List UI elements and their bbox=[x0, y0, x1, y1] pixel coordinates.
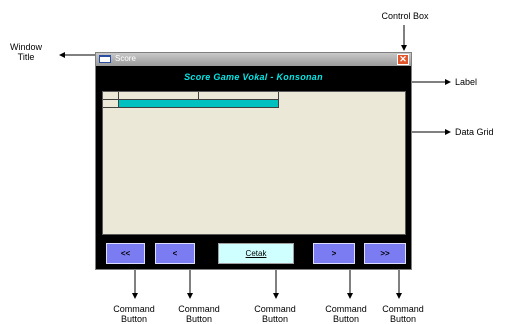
score-window: Score ✕ Score Game Vokal - Konsonan << <… bbox=[95, 52, 412, 270]
window-title: Score bbox=[115, 54, 136, 63]
close-icon[interactable]: ✕ bbox=[397, 54, 409, 65]
annotation-control-box: Control Box bbox=[381, 11, 429, 21]
last-record-button[interactable]: >> bbox=[364, 243, 406, 264]
annotation-command-button-4: Command Button bbox=[325, 304, 367, 324]
annotation-command-button-3: Command Button bbox=[254, 304, 296, 324]
annotation-command-button-5: Command Button bbox=[382, 304, 424, 324]
grid-column-header[interactable] bbox=[119, 92, 199, 100]
grid-selected-row[interactable] bbox=[119, 100, 279, 108]
print-button-label: Cetak bbox=[245, 249, 267, 258]
grid-row-selector[interactable] bbox=[103, 100, 119, 108]
grid-data-row[interactable] bbox=[103, 100, 289, 108]
grid-corner-cell bbox=[103, 92, 119, 100]
annotation-command-button-2: Command Button bbox=[178, 304, 220, 324]
annotation-window-title: Window Title bbox=[9, 42, 42, 62]
next-record-button[interactable]: > bbox=[313, 243, 355, 264]
print-button[interactable]: Cetak bbox=[218, 243, 294, 264]
heading-label: Score Game Vokal - Konsonan bbox=[184, 72, 323, 82]
data-grid[interactable] bbox=[102, 91, 406, 235]
window-icon bbox=[99, 55, 111, 63]
annotation-label: Label bbox=[455, 77, 478, 87]
grid-column-header[interactable] bbox=[199, 92, 279, 100]
previous-record-button[interactable]: < bbox=[155, 243, 195, 264]
first-record-button[interactable]: << bbox=[106, 243, 145, 264]
annotation-data-grid: Data Grid bbox=[455, 127, 494, 137]
grid-header-row bbox=[103, 92, 289, 100]
annotation-command-button-1: Command Button bbox=[113, 304, 155, 324]
title-bar[interactable]: Score ✕ bbox=[96, 53, 411, 66]
